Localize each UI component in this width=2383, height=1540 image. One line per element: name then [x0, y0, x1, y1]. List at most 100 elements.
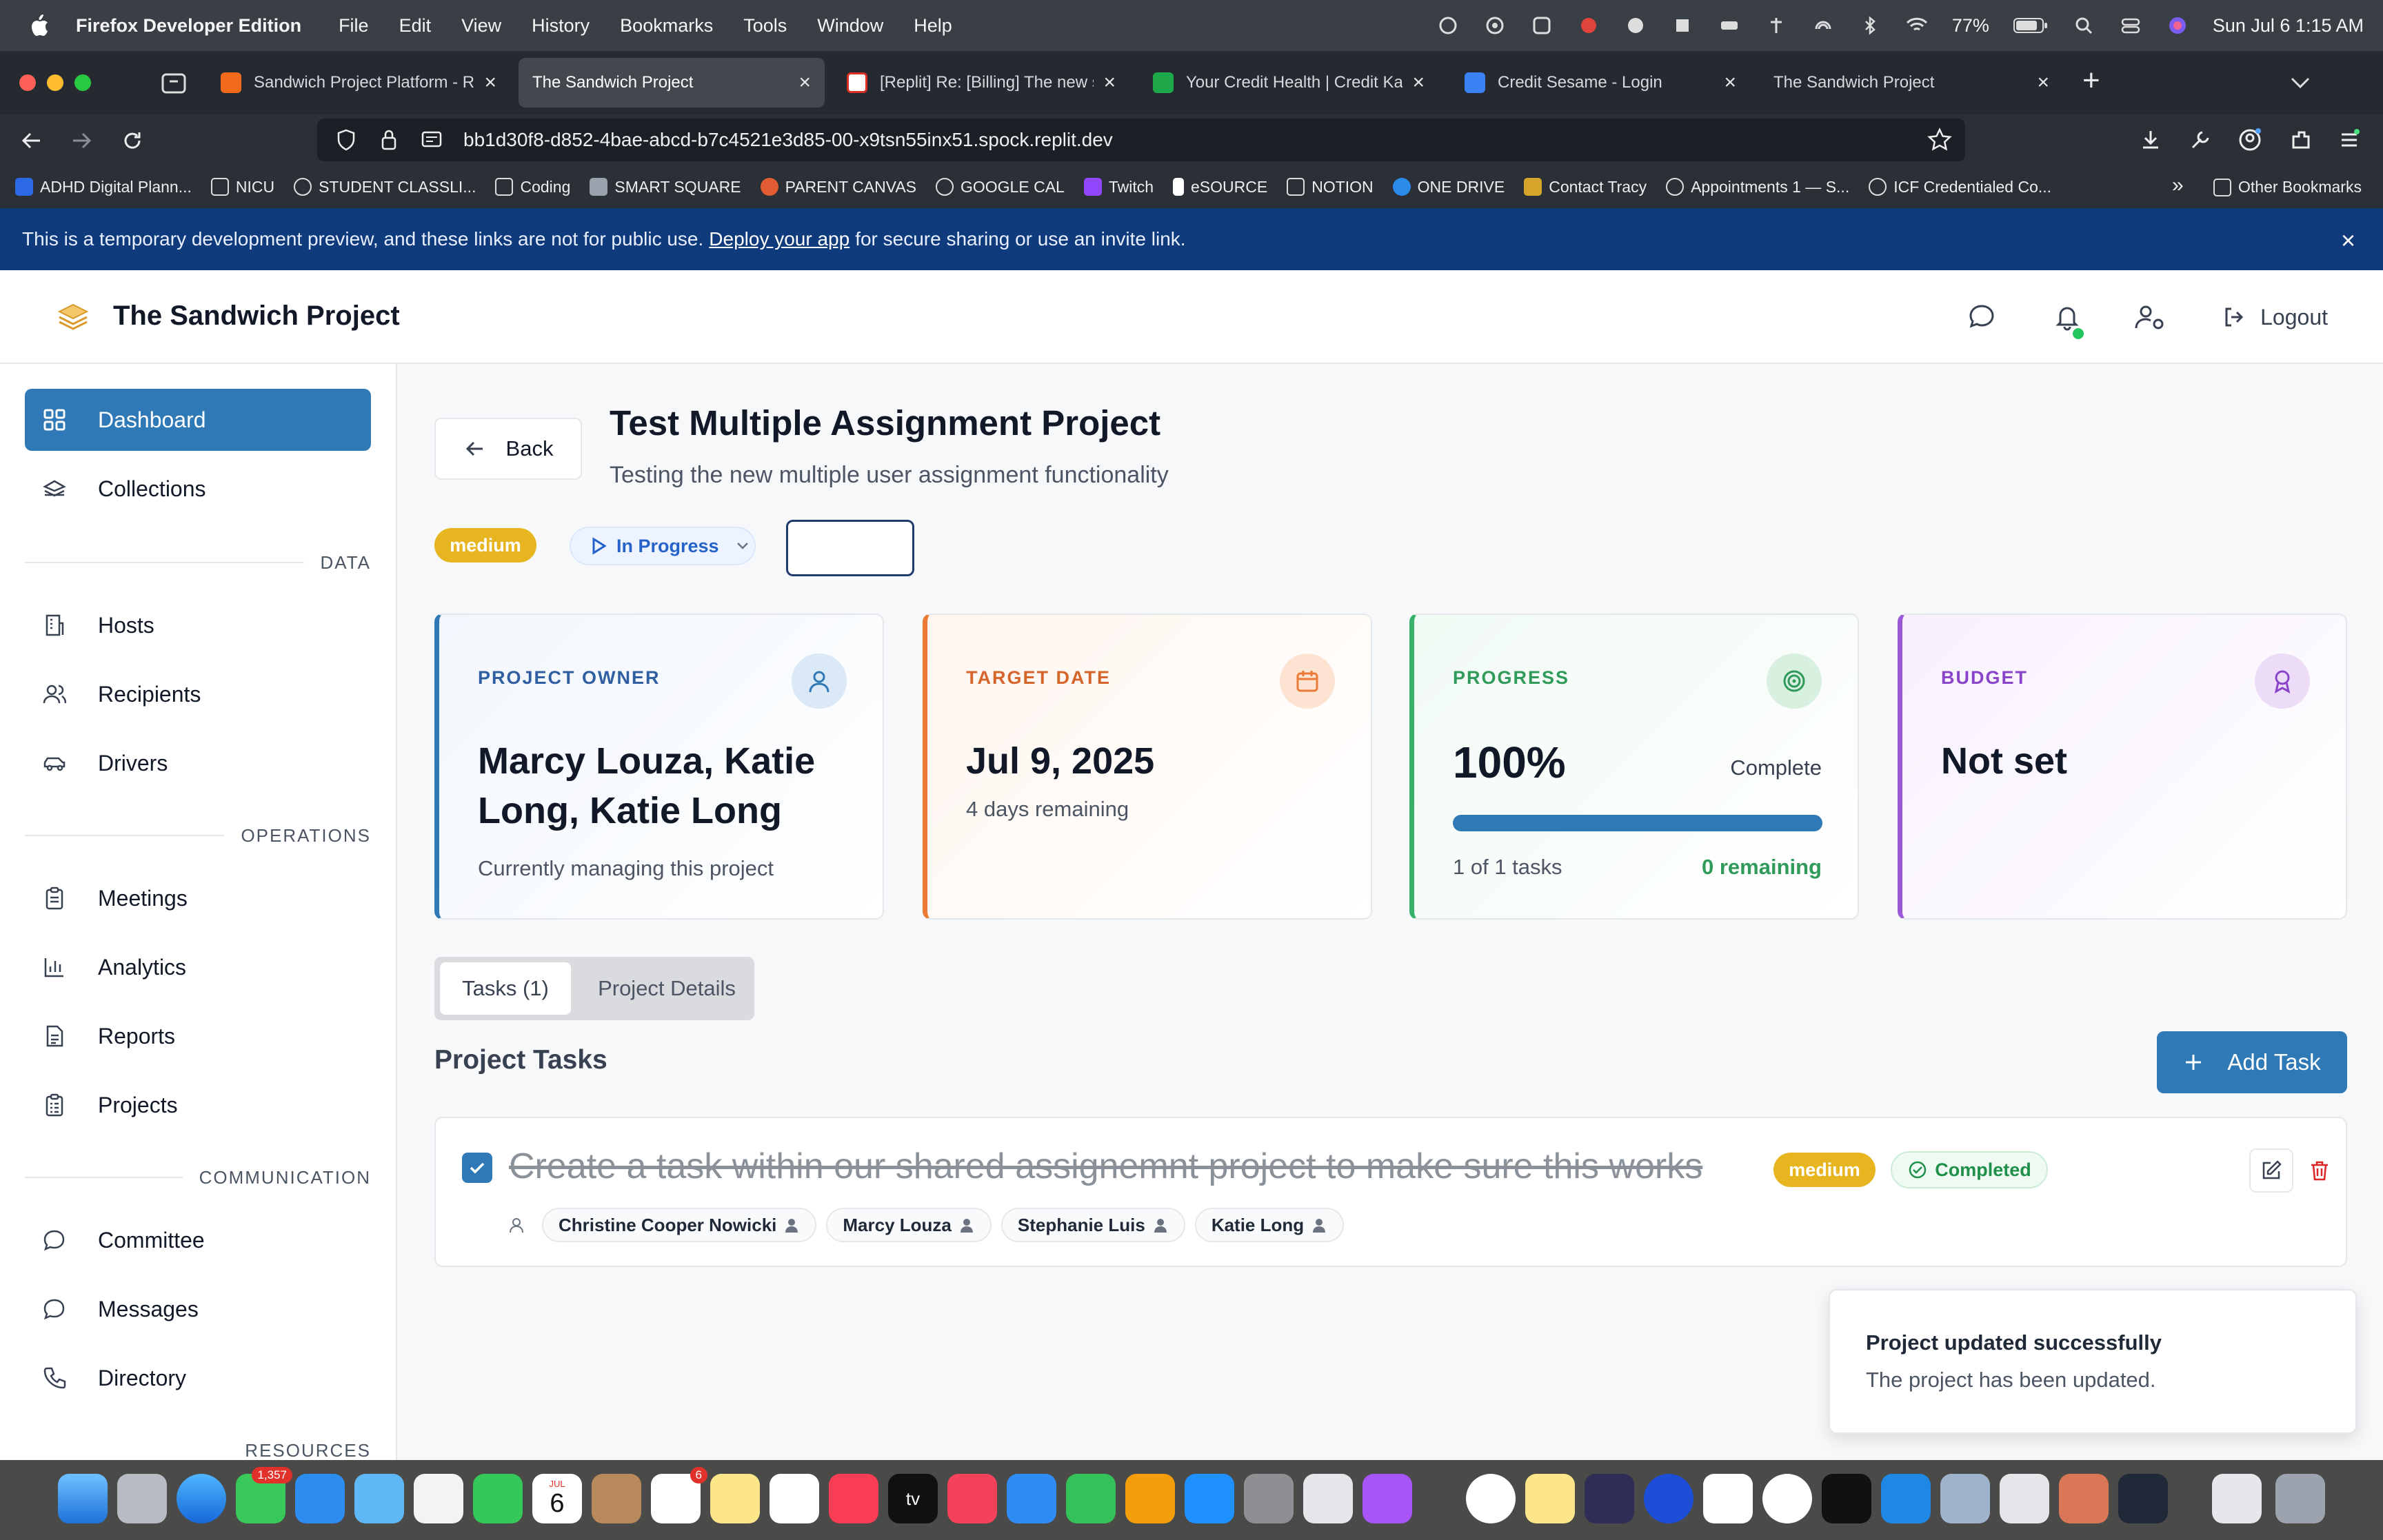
brand[interactable]: The Sandwich Project: [54, 296, 400, 335]
app-menu-icon[interactable]: [2336, 127, 2362, 153]
facetime-icon[interactable]: [473, 1474, 523, 1523]
sidebar-item-projects[interactable]: Projects: [25, 1074, 371, 1136]
keynote-icon[interactable]: [1007, 1474, 1056, 1523]
downloads-stack-icon[interactable]: [2212, 1474, 2262, 1523]
bookmark-item[interactable]: Twitch: [1083, 178, 1154, 196]
firefox-developer-icon[interactable]: [1644, 1474, 1693, 1523]
task-complete-checkbox[interactable]: [462, 1153, 492, 1183]
textedit-icon[interactable]: [2000, 1474, 2049, 1523]
launchpad-icon[interactable]: [117, 1474, 167, 1523]
apple-menu-icon[interactable]: [21, 14, 58, 37]
bookmark-item[interactable]: Contact Tracy: [1524, 178, 1647, 196]
activity-monitor-icon[interactable]: [2118, 1474, 2168, 1523]
toast-notification[interactable]: Project updated successfully The project…: [1829, 1289, 2357, 1434]
apple-tv-icon[interactable]: tv: [888, 1474, 938, 1523]
screenshot-app-icon[interactable]: [1585, 1474, 1634, 1523]
bookmark-item[interactable]: ADHD Digital Plann...: [15, 178, 192, 196]
more-bookmarks-chevron-icon[interactable]: »: [2172, 174, 2184, 197]
delete-task-button[interactable]: [2297, 1148, 2342, 1193]
iphone-mirroring-icon[interactable]: [1303, 1474, 1353, 1523]
reminders-icon[interactable]: 6: [651, 1467, 707, 1523]
devtools-wrench-icon[interactable]: [2187, 127, 2213, 153]
status-app-icon[interactable]: [1436, 14, 1460, 37]
tab-overview-icon[interactable]: [160, 69, 188, 97]
sidebar-item-dashboard[interactable]: Dashboard: [25, 389, 371, 451]
sidebar-item-analytics[interactable]: Analytics: [25, 936, 371, 998]
bookmark-item[interactable]: NOTION: [1287, 178, 1374, 196]
chatgpt-icon[interactable]: [1703, 1474, 1753, 1523]
status-app-icon[interactable]: [1764, 14, 1788, 37]
bookmark-item[interactable]: eSOURCE: [1173, 178, 1267, 196]
bookmark-item[interactable]: ICF Credentialed Co...: [1869, 178, 2051, 196]
battery-icon[interactable]: [2013, 14, 2049, 37]
stickies-icon[interactable]: [1525, 1474, 1575, 1523]
browser-tab[interactable]: Your Credit Health | Credit Karm ×: [1139, 58, 1438, 108]
menu-history[interactable]: History: [532, 15, 590, 37]
user-settings-icon[interactable]: [2131, 298, 2169, 336]
safari-icon[interactable]: [177, 1474, 226, 1523]
chrome-icon[interactable]: [1466, 1474, 1516, 1523]
vscode-icon[interactable]: [1881, 1474, 1931, 1523]
chat-icon[interactable]: [1962, 298, 2001, 336]
calendar-icon[interactable]: JUL 6: [532, 1474, 582, 1523]
freeform-icon[interactable]: [770, 1474, 819, 1523]
browser-tab[interactable]: The Sandwich Project ×: [1760, 58, 2063, 108]
close-tab-icon[interactable]: ×: [798, 71, 811, 94]
downloads-icon[interactable]: [2138, 127, 2164, 153]
pages-icon[interactable]: [1125, 1474, 1175, 1523]
lock-icon[interactable]: [375, 128, 403, 152]
add-task-button[interactable]: Add Task: [2157, 1031, 2347, 1093]
sidebar-item-collections[interactable]: Collections: [25, 458, 371, 520]
menu-window[interactable]: Window: [817, 15, 883, 37]
messages-icon[interactable]: 1,357: [236, 1467, 292, 1523]
notes-icon[interactable]: [710, 1474, 760, 1523]
photos-icon[interactable]: [414, 1474, 463, 1523]
browser-tab[interactable]: [Replit] Re: [Billing] The new set ×: [833, 58, 1129, 108]
sidebar-item-committee[interactable]: Committee: [25, 1209, 371, 1271]
empty-action-button[interactable]: [786, 520, 914, 576]
list-all-tabs-chevron-icon[interactable]: [2288, 72, 2313, 92]
menu-file[interactable]: File: [339, 15, 369, 37]
close-banner-icon[interactable]: ×: [2341, 226, 2355, 255]
sidebar-item-meetings[interactable]: Meetings: [25, 867, 371, 929]
close-tab-icon[interactable]: ×: [484, 71, 496, 94]
menu-view[interactable]: View: [461, 15, 501, 37]
bookmark-item[interactable]: GOOGLE CAL: [936, 178, 1065, 196]
sidebar-item-recipients[interactable]: Recipients: [25, 663, 371, 725]
sidebar-item-hosts[interactable]: Hosts: [25, 594, 371, 656]
edit-task-button[interactable]: [2249, 1148, 2293, 1193]
bookmark-folder[interactable]: Coding: [495, 178, 570, 196]
app-name-menu[interactable]: Firefox Developer Edition: [76, 15, 301, 37]
music-icon[interactable]: [829, 1474, 878, 1523]
wifi-icon[interactable]: [1905, 14, 1929, 37]
trash-icon[interactable]: [2275, 1474, 2325, 1523]
contacts-icon[interactable]: [592, 1474, 641, 1523]
back-button[interactable]: Back: [434, 418, 582, 480]
close-window-button[interactable]: [19, 74, 36, 91]
url-bar[interactable]: bb1d30f8-d852-4bae-abcd-b7c4521e3d85-00-…: [317, 119, 1965, 161]
app-store-icon[interactable]: [1185, 1474, 1234, 1523]
siri-icon[interactable]: [2166, 14, 2189, 37]
status-app-icon[interactable]: [1718, 14, 1741, 37]
control-center-icon[interactable]: [2119, 14, 2142, 37]
close-tab-icon[interactable]: ×: [1103, 71, 1116, 94]
maximize-window-button[interactable]: [74, 74, 91, 91]
mail-icon[interactable]: [295, 1474, 345, 1523]
news-icon[interactable]: [947, 1474, 997, 1523]
bookmark-item[interactable]: STUDENT CLASSLI...: [294, 178, 476, 196]
terminal-icon[interactable]: [1822, 1474, 1871, 1523]
sidebar-item-reports[interactable]: Reports: [25, 1005, 371, 1067]
clock-datetime[interactable]: Sun Jul 6 1:15 AM: [2213, 15, 2364, 37]
reload-icon[interactable]: [119, 127, 146, 154]
other-bookmarks-folder[interactable]: Other Bookmarks: [2213, 178, 2362, 196]
numbers-icon[interactable]: [1066, 1474, 1116, 1523]
bookmark-item[interactable]: Appointments 1 — S...: [1666, 178, 1849, 196]
forward-arrow-icon[interactable]: [68, 127, 95, 154]
browser-tab-active[interactable]: The Sandwich Project ×: [519, 58, 825, 108]
sidebar-item-directory[interactable]: Directory: [25, 1347, 371, 1409]
bluetooth-icon[interactable]: [1858, 14, 1882, 37]
tab-project-details[interactable]: Project Details: [585, 962, 749, 1015]
bookmark-item[interactable]: PARENT CANVAS: [760, 178, 916, 196]
minimize-window-button[interactable]: [47, 74, 63, 91]
new-tab-button[interactable]: +: [2082, 63, 2100, 98]
